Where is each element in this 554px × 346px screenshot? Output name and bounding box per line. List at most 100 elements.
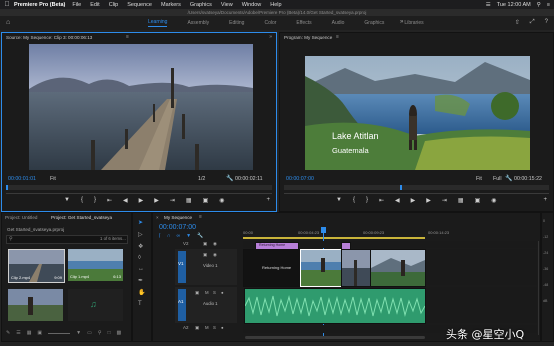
eye-icon[interactable]: ◉ <box>213 241 217 247</box>
mic-icon[interactable]: ● <box>221 325 224 330</box>
mark-in-icon[interactable]: { <box>353 197 355 204</box>
zoom-slider[interactable] <box>48 333 71 334</box>
more-workspaces-icon[interactable]: » <box>400 19 403 25</box>
close-icon[interactable]: × <box>156 215 159 220</box>
hand-tool-icon[interactable]: ✋ <box>138 289 145 296</box>
program-monitor-title[interactable]: Program: My Sequence <box>284 35 332 40</box>
trash-icon[interactable]: ▩ <box>117 330 122 336</box>
go-to-out-icon[interactable]: ⇥ <box>170 197 175 204</box>
project-item[interactable]: Clip 1.mp4 6:13 <box>68 249 123 281</box>
project-item[interactable]: ♫ <box>68 289 123 321</box>
lock-icon[interactable]: ▣ <box>203 252 207 258</box>
menu-clip[interactable]: Clip <box>109 2 118 8</box>
tab-editing[interactable]: Editing <box>229 20 244 26</box>
panel-menu-icon[interactable]: ≡ <box>336 34 339 40</box>
share-icon[interactable]: ⇧ <box>515 19 520 26</box>
menu-markers[interactable]: Markers <box>161 2 181 8</box>
tab-learning[interactable]: Learning <box>148 19 168 27</box>
source-resolution-select[interactable]: 1/2 <box>198 176 205 182</box>
panel-menu-icon[interactable]: ≡ <box>199 214 202 220</box>
razor-tool-icon[interactable]: ◊ <box>138 255 145 261</box>
video-clip-selected[interactable] <box>300 249 342 287</box>
mark-out-icon[interactable]: } <box>366 197 368 204</box>
video-clip[interactable] <box>370 249 426 287</box>
program-fit-select[interactable]: Fit <box>476 176 482 182</box>
apple-icon[interactable]:  <box>0 1 14 8</box>
selection-tool-icon[interactable]: ➤ <box>138 219 145 226</box>
button-editor-icon[interactable]: + <box>543 197 547 203</box>
snap-icon[interactable]: ∩ <box>167 233 171 239</box>
slip-tool-icon[interactable]: ↔ <box>138 266 145 272</box>
tab-effects[interactable]: Effects <box>296 20 311 26</box>
step-back-icon[interactable]: ◀ <box>123 197 128 204</box>
search-icon[interactable]: ⚲ <box>537 2 541 8</box>
help-icon[interactable]: ? <box>545 19 548 26</box>
menu-graphics[interactable]: Graphics <box>190 2 212 8</box>
mute-button[interactable]: M <box>205 325 209 330</box>
folder-icon[interactable]: ▭ <box>87 330 92 336</box>
menu-sequence[interactable]: Sequence <box>127 2 152 8</box>
lift-icon[interactable]: ▦ <box>458 197 464 204</box>
go-to-out-icon[interactable]: ⇥ <box>442 197 447 204</box>
program-timecode-in[interactable]: 00:00:07:00 <box>286 176 314 182</box>
source-patch-v1[interactable] <box>178 251 186 283</box>
audio-clip[interactable] <box>244 288 426 324</box>
sort-icon[interactable]: ▼ <box>76 330 81 336</box>
step-forward-icon[interactable]: ▶ <box>426 197 431 204</box>
track-select-icon[interactable]: ▷ <box>138 231 145 238</box>
track-label[interactable]: A2 <box>183 325 189 330</box>
expand-icon[interactable]: » <box>269 34 272 40</box>
search-icon[interactable]: ⚲ <box>98 330 102 336</box>
home-icon[interactable]: ⌂ <box>6 19 10 26</box>
tab-my-sequence[interactable]: My Sequence <box>164 215 192 220</box>
mark-in-icon[interactable]: { <box>81 197 83 204</box>
tab-project-untitled[interactable]: Project: Untitled <box>5 215 37 220</box>
tab-assembly[interactable]: Assembly <box>187 20 209 26</box>
menu-file[interactable]: File <box>72 2 81 8</box>
freeform-view-icon[interactable]: ▣ <box>37 330 42 336</box>
tab-color[interactable]: Color <box>264 20 276 26</box>
horizontal-scrollbar[interactable] <box>245 336 425 339</box>
timeline-timecode[interactable]: 00:00:07:00 <box>159 224 196 231</box>
nest-icon[interactable]: ⌈ <box>159 233 161 239</box>
mark-out-icon[interactable]: } <box>94 197 96 204</box>
mute-button[interactable]: M <box>205 290 209 295</box>
pencil-icon[interactable]: ✎ <box>6 330 10 336</box>
source-playhead[interactable] <box>6 185 8 190</box>
step-back-icon[interactable]: ◀ <box>395 197 400 204</box>
track-label[interactable]: A1 <box>178 299 184 304</box>
program-playhead[interactable] <box>400 185 402 190</box>
clock[interactable]: Tue 12:00 AM <box>497 2 531 8</box>
camera-icon[interactable]: ◉ <box>219 197 224 204</box>
menu-view[interactable]: View <box>221 2 233 8</box>
menu-edit[interactable]: Edit <box>90 2 99 8</box>
lock-icon[interactable]: ▣ <box>195 325 199 331</box>
camera-icon[interactable]: ◉ <box>491 197 496 204</box>
app-name[interactable]: Premiere Pro (Beta) <box>14 2 65 8</box>
go-to-in-icon[interactable]: ⇤ <box>107 197 112 204</box>
program-resolution-select[interactable]: Full <box>493 176 502 182</box>
video-clip[interactable]: Returning Home <box>243 249 301 287</box>
source-patch-a1[interactable] <box>178 289 186 321</box>
source-fit-select[interactable]: Fit <box>50 176 56 182</box>
project-item[interactable]: Clip 2.mp4 9:09 <box>8 249 65 283</box>
play-icon[interactable]: ▶ <box>411 197 416 204</box>
program-scrub-bar[interactable] <box>284 185 549 190</box>
solo-button[interactable]: S <box>213 290 216 295</box>
tab-project-get-started[interactable]: Project: Get Started_svatseya <box>51 215 112 220</box>
source-scrub-bar[interactable] <box>6 185 272 190</box>
mic-icon[interactable]: ● <box>221 290 224 295</box>
video-clip[interactable] <box>341 249 371 287</box>
insert-icon[interactable]: ▦ <box>186 197 192 204</box>
add-marker-icon[interactable]: ▼ <box>186 233 191 239</box>
track-label[interactable]: V2 <box>183 241 189 246</box>
settings-icon[interactable]: 🔧 <box>197 233 203 239</box>
source-monitor-title[interactable]: Source: My Sequence: Clip 3: 00:00:06:13 <box>6 35 92 40</box>
lock-icon[interactable]: ▣ <box>203 241 207 247</box>
lock-icon[interactable]: ▣ <box>195 290 199 296</box>
play-icon[interactable]: ▶ <box>139 197 144 204</box>
panel-menu-icon[interactable]: ≡ <box>126 34 129 40</box>
tab-audio[interactable]: Audio <box>332 20 345 26</box>
extract-icon[interactable]: ▣ <box>475 197 481 204</box>
wifi-icon[interactable]: ☰ <box>486 2 491 8</box>
